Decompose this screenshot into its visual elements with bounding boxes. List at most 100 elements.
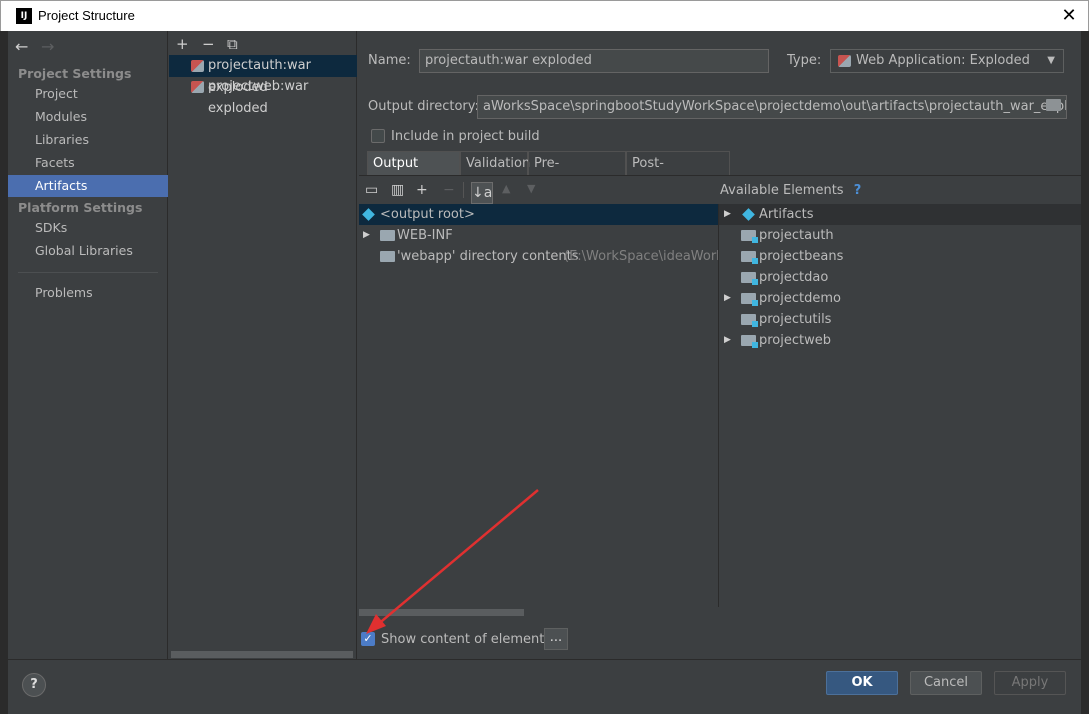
sidebar-item-project[interactable]: Project	[8, 83, 168, 105]
window-title: Project Structure	[38, 8, 135, 23]
tree-row-output-root[interactable]: <output root>	[359, 204, 718, 225]
tree-row-web-inf[interactable]: ▶ WEB-INF	[359, 225, 718, 246]
available-row-module[interactable]: projectutils	[719, 309, 1081, 330]
dropdown-arrow-icon: ▼	[1047, 55, 1055, 66]
output-root-icon	[362, 208, 375, 221]
war-artifact-icon	[191, 81, 204, 93]
layout-toolbar: ▭ ▥ + − ↓a ▲ ▼	[359, 178, 718, 204]
available-row-module[interactable]: projectbeans	[719, 246, 1081, 267]
artifact-item[interactable]: projectweb:war exploded	[169, 76, 357, 116]
folder-icon	[380, 230, 395, 241]
background-window-left	[0, 31, 8, 714]
artifact-item[interactable]: projectauth:war exploded	[169, 55, 357, 95]
web-inf-label: WEB-INF	[397, 228, 453, 243]
tab-validation[interactable]: Validation	[460, 151, 530, 175]
war-artifact-icon	[191, 60, 204, 72]
webapp-label: 'webapp' directory contents	[397, 249, 579, 264]
available-item-label: Artifacts	[759, 207, 814, 222]
show-content-options-button[interactable]: ...	[544, 628, 568, 650]
available-item-label: projectdemo	[759, 291, 841, 306]
include-in-build-checkbox[interactable]	[371, 129, 385, 143]
available-item-label: projectauth	[759, 228, 834, 243]
expand-arrow-icon[interactable]: ▶	[724, 288, 731, 309]
type-label: Type:	[787, 53, 822, 68]
available-elements-label: Available Elements	[720, 183, 844, 198]
sidebar-item-facets[interactable]: Facets	[8, 152, 168, 174]
include-in-build-label: Include in project build	[391, 129, 540, 144]
available-row-module[interactable]: ▶ projectweb	[719, 330, 1081, 351]
module-folder-icon	[741, 272, 758, 285]
close-icon[interactable]: ✕	[1057, 3, 1081, 29]
tab-output-layout[interactable]: Output Layout	[367, 151, 460, 195]
move-up-icon[interactable]: ▲	[502, 182, 510, 195]
ok-button[interactable]: OK	[826, 671, 898, 695]
sidebar-item-sdks[interactable]: SDKs	[8, 217, 168, 239]
expand-arrow-icon[interactable]: ▶	[724, 204, 731, 225]
remove-element-icon[interactable]: −	[443, 182, 455, 198]
sidebar-item-artifacts[interactable]: Artifacts	[8, 175, 168, 197]
available-row-artifacts[interactable]: ▶ Artifacts	[719, 204, 1081, 225]
move-down-icon[interactable]: ▼	[527, 182, 535, 195]
output-directory-label: Output directory:	[368, 99, 479, 114]
sidebar-item-global-libraries[interactable]: Global Libraries	[8, 240, 168, 262]
new-folder-icon[interactable]: ▭	[365, 182, 378, 198]
settings-sidebar: ← → Project Settings Project Modules Lib…	[8, 31, 168, 659]
module-folder-icon	[741, 314, 758, 327]
sidebar-item-libraries[interactable]: Libraries	[8, 129, 168, 151]
sidebar-item-problems[interactable]: Problems	[8, 282, 168, 304]
intellij-logo-icon: IJ	[16, 8, 32, 24]
module-folder-icon	[741, 335, 758, 348]
available-row-module[interactable]: projectauth	[719, 225, 1081, 246]
back-arrow-icon[interactable]: ←	[15, 37, 28, 56]
available-elements-header: Available Elements ?	[720, 183, 861, 198]
forward-arrow-icon[interactable]: →	[41, 37, 54, 56]
background-window-right	[1081, 31, 1089, 714]
sort-icon[interactable]: ↓a	[471, 182, 493, 204]
war-artifact-icon	[838, 55, 851, 67]
webapp-path: (E:\WorkSpace\ideaWorksS	[564, 249, 718, 264]
available-item-label: projectdao	[759, 270, 829, 285]
available-item-label: projectweb	[759, 333, 832, 348]
sidebar-divider	[18, 272, 158, 273]
archive-icon[interactable]: ▥	[391, 182, 404, 198]
artifact-label: projectweb:war exploded	[208, 79, 309, 116]
help-icon[interactable]: ?	[854, 183, 862, 198]
dialog-footer: ? OK Cancel Apply	[8, 659, 1081, 714]
sidebar-item-modules[interactable]: Modules	[8, 106, 168, 128]
type-select[interactable]: Web Application: Exploded ▼	[830, 49, 1064, 73]
title-bar: IJ Project Structure ✕	[0, 0, 1089, 31]
type-value: Web Application: Exploded	[856, 53, 1030, 68]
apply-button[interactable]: Apply	[994, 671, 1066, 695]
available-item-label: projectbeans	[759, 249, 844, 264]
help-button[interactable]: ?	[22, 673, 46, 697]
artifacts-icon	[742, 208, 755, 221]
add-copy-icon[interactable]: +	[416, 182, 428, 198]
browse-folder-icon[interactable]	[1046, 99, 1061, 111]
annotation-arrow	[366, 489, 539, 634]
tab-pre-processing[interactable]: Pre-processing	[528, 151, 626, 195]
platform-settings-header: Platform Settings	[18, 200, 143, 215]
module-folder-icon	[741, 293, 758, 306]
artifacts-panel: + − ⧉ projectauth:war exploded projectwe…	[169, 31, 357, 659]
remove-icon[interactable]: −	[202, 35, 215, 53]
expand-arrow-icon[interactable]: ▶	[724, 330, 731, 351]
available-row-module[interactable]: ▶ projectdemo	[719, 288, 1081, 309]
name-input[interactable]: projectauth:war exploded	[419, 49, 769, 73]
available-row-module[interactable]: projectdao	[719, 267, 1081, 288]
output-directory-input[interactable]: aWorksSpace\springbootStudyWorkSpace\pro…	[477, 95, 1067, 119]
output-root-label: <output root>	[380, 207, 475, 222]
folder-icon	[380, 251, 395, 262]
module-folder-icon	[741, 251, 758, 264]
cancel-button[interactable]: Cancel	[910, 671, 982, 695]
tree-row-webapp[interactable]: 'webapp' directory contents (E:\WorkSpac…	[359, 246, 718, 267]
artifacts-scrollbar[interactable]	[171, 651, 353, 658]
tab-post-processing[interactable]: Post-processing	[626, 151, 730, 195]
expand-arrow-icon[interactable]: ▶	[363, 225, 370, 246]
toolbar-separator	[463, 182, 464, 198]
name-label: Name:	[368, 53, 411, 68]
available-item-label: projectutils	[759, 312, 832, 327]
module-folder-icon	[741, 230, 758, 243]
add-icon[interactable]: +	[176, 35, 189, 53]
copy-icon[interactable]: ⧉	[227, 35, 238, 53]
project-settings-header: Project Settings	[18, 66, 132, 81]
